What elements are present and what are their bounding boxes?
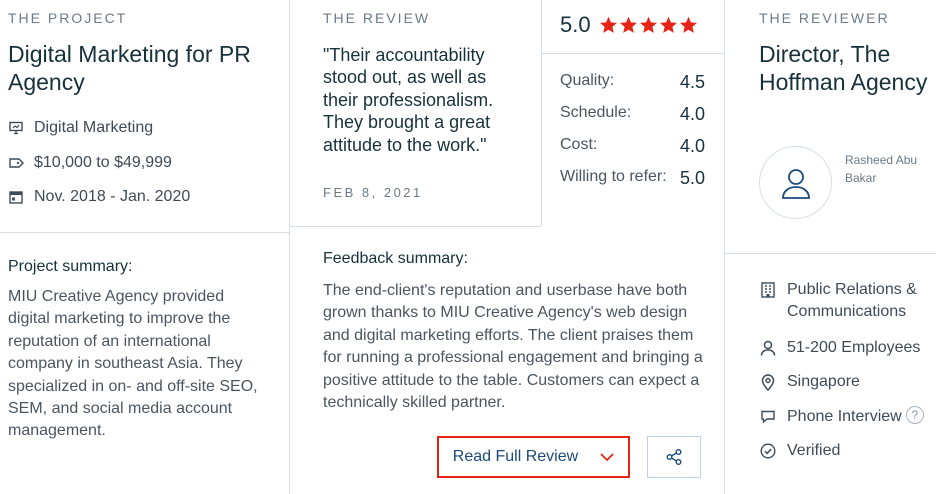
reviewer-eyebrow: THE REVIEWER xyxy=(759,10,890,26)
reviewer-interview: Phone Interview ? xyxy=(759,406,924,428)
reviewer-name: Rasheed Abu Bakar xyxy=(845,153,918,185)
star-icon xyxy=(619,16,637,33)
read-full-review-label: Read Full Review xyxy=(452,448,579,465)
reviewer-size: 51-200 Employees xyxy=(759,337,920,359)
person-icon xyxy=(759,337,777,359)
star-icon xyxy=(659,16,677,33)
presentation-icon xyxy=(8,120,24,136)
review-quote: "Their accountability stood out, as well… xyxy=(323,45,494,155)
rating-label: Schedule: xyxy=(560,104,632,121)
project-summary-text: MIU Creative Agency provided digital mar… xyxy=(8,288,258,440)
user-icon xyxy=(779,166,813,200)
chat-bubble-icon xyxy=(759,406,777,428)
project-eyebrow: THE PROJECT xyxy=(8,10,128,26)
star-icon xyxy=(679,16,697,33)
rating-label: Cost: xyxy=(560,136,598,153)
review-date: FEB 8, 2021 xyxy=(323,185,423,200)
reviewer-interview-label: Phone Interview xyxy=(787,408,902,425)
project-divider xyxy=(0,232,289,233)
rating-value: 4.0 xyxy=(679,104,705,124)
column-divider-2 xyxy=(724,0,725,494)
location-pin-icon xyxy=(759,371,777,393)
rating-label: Quality: xyxy=(560,72,615,89)
reviewer-title: Director, The Hoffman Agency xyxy=(759,41,928,95)
rating-column-divider xyxy=(541,0,542,226)
project-summary-heading: Project summary: xyxy=(8,258,133,275)
rating-schedule: Schedule: 4.0 xyxy=(560,104,705,125)
column-divider-1 xyxy=(289,0,290,494)
rating-label: Willing to refer: xyxy=(560,168,667,185)
project-budget-label: $10,000 to $49,999 xyxy=(34,154,172,171)
rating-quality: Quality: 4.5 xyxy=(560,72,705,93)
help-icon[interactable]: ? xyxy=(905,406,924,424)
project-dates-label: Nov. 2018 - Jan. 2020 xyxy=(34,188,191,205)
rating-divider xyxy=(541,53,724,54)
star-icon xyxy=(639,16,657,33)
avatar xyxy=(759,146,832,219)
reviewer-industry-label: Public Relations & Communications xyxy=(787,281,917,321)
price-tag-icon xyxy=(8,155,24,171)
star-rating xyxy=(599,16,699,34)
rating-value: 4.5 xyxy=(679,72,705,92)
reviewer-divider xyxy=(724,253,936,254)
project-dates: Nov. 2018 - Jan. 2020 xyxy=(8,188,190,206)
feedback-summary-text: The end-client's reputation and userbase… xyxy=(323,282,703,412)
rating-cost: Cost: 4.0 xyxy=(560,136,705,157)
project-service-label: Digital Marketing xyxy=(34,119,154,136)
overall-rating-value: 5.0 xyxy=(560,12,591,37)
calendar-icon xyxy=(8,189,24,205)
feedback-summary-heading: Feedback summary: xyxy=(323,250,468,267)
share-button[interactable] xyxy=(647,436,701,478)
check-circle-icon xyxy=(759,440,777,462)
star-icon xyxy=(599,16,617,33)
share-icon xyxy=(665,448,683,466)
project-budget: $10,000 to $49,999 xyxy=(8,154,172,172)
reviewer-location: Singapore xyxy=(759,371,860,393)
overall-rating: 5.0 xyxy=(560,12,699,38)
reviewer-location-label: Singapore xyxy=(787,373,860,390)
reviewer-size-label: 51-200 Employees xyxy=(787,339,921,356)
reviewer-verified: Verified xyxy=(759,440,840,462)
reviewer-industry: Public Relations & Communications xyxy=(759,279,929,324)
reviewer-verified-label: Verified xyxy=(787,442,841,459)
rating-value: 4.0 xyxy=(679,136,705,156)
rating-willing-to-refer: Willing to refer: 5.0 xyxy=(560,168,705,189)
building-icon xyxy=(759,279,777,301)
review-divider xyxy=(289,226,541,227)
project-service: Digital Marketing xyxy=(8,119,153,137)
read-full-review-button[interactable]: Read Full Review xyxy=(437,436,630,478)
review-eyebrow: THE REVIEW xyxy=(323,10,431,26)
rating-value: 5.0 xyxy=(679,168,705,188)
chevron-down-icon xyxy=(600,452,614,462)
project-title: Digital Marketing for PR Agency xyxy=(8,41,251,95)
